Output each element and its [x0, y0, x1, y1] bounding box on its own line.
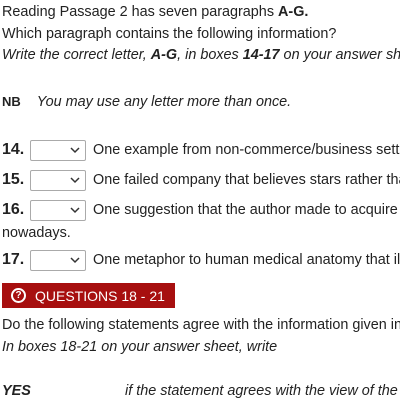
question-number: 16. [2, 201, 25, 218]
answer-key: YES [2, 383, 31, 399]
answer-select-15[interactable] [30, 169, 86, 191]
instruction-text: on your answer she [279, 47, 400, 63]
instruction-text: Write the correct letter, [2, 47, 151, 63]
answer-select-17[interactable] [30, 249, 86, 271]
question-row-17: 17. One metaphor to human medical anatom… [2, 248, 400, 272]
answer-select-14[interactable] [30, 139, 86, 161]
question-text: One failed company that believes stars r… [93, 172, 400, 188]
box-range: 14-17 [242, 47, 280, 63]
section-title: QUESTIONS 18 - 21 [35, 287, 165, 304]
question-row-16: 16. One suggestion that the author made … [2, 198, 398, 222]
section-instruction-2: In boxes 18-21 on your answer sheet, wri… [2, 339, 278, 355]
question-row-14: 14. One example from non-commerce/busine… [2, 138, 400, 162]
instruction-line-2: Which paragraph contains the following i… [2, 26, 337, 42]
chevron-down-icon [70, 206, 80, 213]
question-number: 15. [2, 171, 25, 188]
answer-key-description: if the statement agrees with the view of… [125, 383, 400, 399]
question-text: One example from non-commerce/business s… [93, 142, 400, 158]
nb-label: NB [2, 94, 21, 109]
nb-note: NB You may use any letter more than once. [2, 93, 291, 111]
question-text: One suggestion that the author made to a… [93, 202, 398, 218]
question-number: 14. [2, 141, 25, 158]
question-number: 17. [2, 251, 25, 268]
nb-text: You may use any letter more than once. [36, 94, 292, 110]
answer-select-16[interactable] [30, 199, 86, 221]
instruction-line-3: Write the correct letter, A-G, in boxes … [2, 46, 400, 64]
instruction-text: Reading Passage 2 has seven paragraphs [2, 4, 279, 20]
section-instruction-1: Do the following statements agree with t… [2, 317, 400, 333]
letter-range: A-G [150, 47, 178, 63]
question-row-15: 15. One failed company that believes sta… [2, 168, 400, 192]
question-text: One metaphor to human medical anatomy th… [93, 252, 400, 268]
section-header: ? QUESTIONS 18 - 21 [2, 283, 175, 308]
instruction-line-1: Reading Passage 2 has seven paragraphs A… [2, 3, 308, 21]
question-circle-icon: ? [11, 288, 26, 303]
question-continuation: nowadays. [2, 225, 71, 241]
answer-key-row: YES if the statement agrees with the view… [2, 382, 400, 400]
chevron-down-icon [70, 256, 80, 263]
chevron-down-icon [70, 146, 80, 153]
chevron-down-icon [70, 176, 80, 183]
instruction-text: , in boxes [177, 47, 243, 63]
paragraph-range: A-G. [278, 4, 309, 20]
